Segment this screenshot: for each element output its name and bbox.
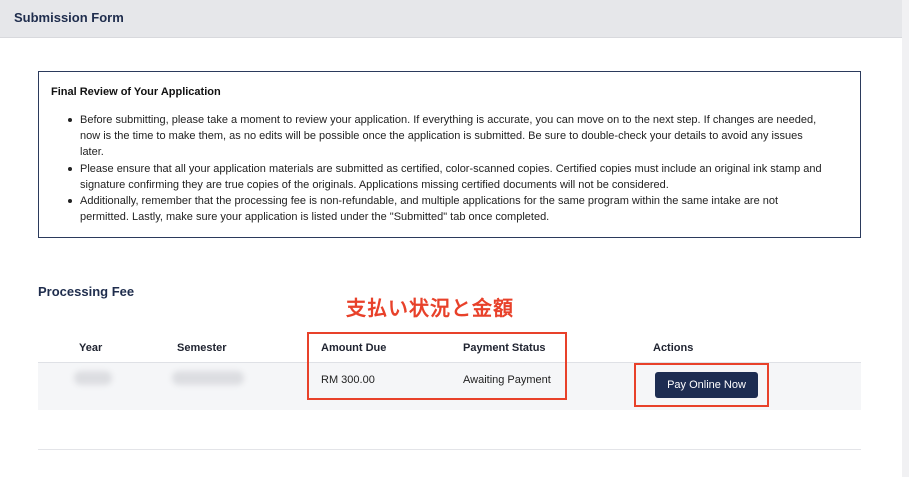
- bottom-divider: [38, 449, 861, 450]
- review-item-2: Please ensure that all your application …: [67, 161, 827, 193]
- final-review-title: Final Review of Your Application: [51, 86, 221, 98]
- amount-status-highlight: [307, 332, 567, 400]
- payment-status-annotation: 支払い状況と金額: [346, 296, 514, 320]
- page-title: Submission Form: [14, 10, 124, 25]
- pay-button-highlight: [634, 363, 769, 407]
- col-actions: Actions: [653, 342, 694, 354]
- year-cell-redacted: [74, 371, 112, 385]
- review-item-3: Additionally, remember that the processi…: [67, 193, 827, 225]
- review-item-1: Before submitting, please take a moment …: [67, 112, 827, 161]
- header-bar: Submission Form: [0, 0, 902, 38]
- scroll-edge: [902, 0, 909, 477]
- final-review-list: Before submitting, please take a moment …: [67, 112, 827, 225]
- col-semester: Semester: [177, 342, 227, 354]
- semester-cell-redacted: [172, 371, 244, 385]
- processing-fee-title: Processing Fee: [38, 284, 135, 299]
- final-review-panel: Final Review of Your Application Before …: [38, 71, 861, 238]
- col-year: Year: [79, 342, 103, 354]
